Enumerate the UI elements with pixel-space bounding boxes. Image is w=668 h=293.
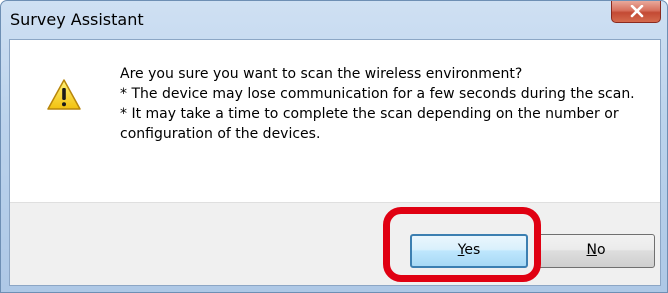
no-label-rest: o xyxy=(596,242,606,258)
message-area: Are you sure you want to scan the wirele… xyxy=(10,40,660,202)
dialog-message: Are you sure you want to scan the wirele… xyxy=(120,64,640,144)
no-button[interactable]: No xyxy=(537,234,655,268)
message-line: Are you sure you want to scan the wirele… xyxy=(120,66,523,82)
message-line: * The device may lose communication for … xyxy=(120,86,635,102)
no-mnemonic: N xyxy=(586,242,597,258)
yes-label-rest: es xyxy=(464,242,481,258)
message-line: * It may take a time to complete the sca… xyxy=(120,106,619,142)
yes-button[interactable]: Yes xyxy=(410,234,528,268)
button-bar: Yes No xyxy=(10,202,660,285)
close-button[interactable] xyxy=(611,1,661,23)
window-title: Survey Assistant xyxy=(10,10,144,29)
close-icon xyxy=(630,5,644,18)
warning-icon xyxy=(47,79,81,110)
title-bar[interactable]: Survey Assistant xyxy=(1,1,667,39)
dialog-content: Are you sure you want to scan the wirele… xyxy=(9,39,661,286)
dialog-window: Survey Assistant Are you sure you want t… xyxy=(0,0,668,293)
